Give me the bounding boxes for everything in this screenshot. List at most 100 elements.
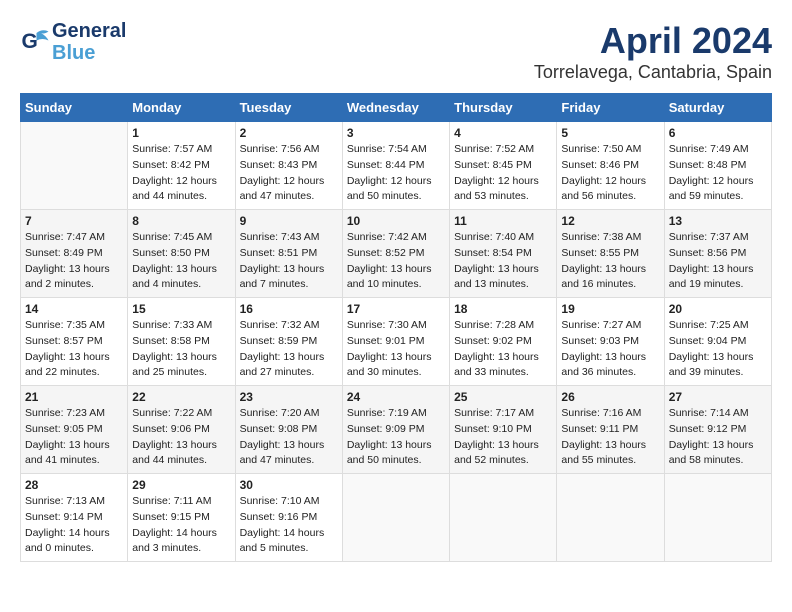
sunrise: Sunrise: 7:45 AM xyxy=(132,231,212,243)
week-row-1: 1Sunrise: 7:57 AMSunset: 8:42 PMDaylight… xyxy=(21,122,772,210)
cell-content: Sunrise: 7:52 AMSunset: 8:45 PMDaylight:… xyxy=(454,142,552,205)
daylight: Daylight: 13 hours and 16 minutes. xyxy=(561,263,646,291)
calendar-cell: 24Sunrise: 7:19 AMSunset: 9:09 PMDayligh… xyxy=(342,386,449,474)
cell-content: Sunrise: 7:28 AMSunset: 9:02 PMDaylight:… xyxy=(454,318,552,381)
sunrise: Sunrise: 7:23 AM xyxy=(25,407,105,419)
sunrise: Sunrise: 7:37 AM xyxy=(669,231,749,243)
sunrise: Sunrise: 7:42 AM xyxy=(347,231,427,243)
cell-content: Sunrise: 7:14 AMSunset: 9:12 PMDaylight:… xyxy=(669,406,767,469)
sunset: Sunset: 9:09 PM xyxy=(347,423,425,435)
cell-content: Sunrise: 7:11 AMSunset: 9:15 PMDaylight:… xyxy=(132,494,230,557)
day-number: 14 xyxy=(25,302,123,316)
sunset: Sunset: 8:56 PM xyxy=(669,247,747,259)
cell-content: Sunrise: 7:38 AM Sunset: 8:55 PM Daylight:… xyxy=(561,230,659,293)
svg-text:G: G xyxy=(22,30,38,53)
day-number: 22 xyxy=(132,390,230,404)
calendar-cell: 28Sunrise: 7:13 AMSunset: 9:14 PMDayligh… xyxy=(21,474,128,562)
sunset: Sunset: 8:54 PM xyxy=(454,247,532,259)
cell-content: Sunrise: 7:40 AMSunset: 8:54 PMDaylight:… xyxy=(454,230,552,293)
cell-content: Sunrise: 7:23 AMSunset: 9:05 PMDaylight:… xyxy=(25,406,123,469)
calendar-cell xyxy=(664,474,771,562)
day-number: 2 xyxy=(240,126,338,140)
calendar-cell: 13Sunrise: 7:37 AMSunset: 8:56 PMDayligh… xyxy=(664,210,771,298)
sunrise: Sunrise: 7:25 AM xyxy=(669,319,749,331)
calendar-cell: 21 Sunrise: 7:23 AMSunset: 9:05 PMDayligh… xyxy=(21,386,128,474)
cell-content: Sunrise: 7:37 AMSunset: 8:56 PMDaylight:… xyxy=(669,230,767,293)
day-number: 15 xyxy=(132,302,230,316)
sunrise: Sunrise: 7:33 AM xyxy=(132,319,212,331)
sunset: Sunset: 8:55 PM xyxy=(561,247,639,259)
day-number: 11 xyxy=(454,214,552,228)
sunset: Sunset: 9:15 PM xyxy=(132,511,210,523)
daylight: Daylight: 13 hours and 50 minutes. xyxy=(347,439,432,467)
daylight: Daylight: 13 hours and 58 minutes. xyxy=(669,439,754,467)
day-number: 28 xyxy=(25,478,123,492)
cell-content: Sunrise: 7:42 AM Sunset: 8:52 PM Daylight:… xyxy=(347,230,445,293)
calendar-cell: 26Sunrise: 7:16 AMSunset: 9:11 PMDayligh… xyxy=(557,386,664,474)
sunrise: Sunrise: 7:22 AM xyxy=(132,407,212,419)
day-number: 4 xyxy=(454,126,552,140)
cell-content: Sunrise: 7:19 AM Sunset: 9:09 PM Daylight:… xyxy=(347,406,445,469)
day-number: 21 xyxy=(25,390,123,404)
sunrise: Sunrise: 7:28 AM xyxy=(454,319,534,331)
calendar-cell: 1Sunrise: 7:57 AMSunset: 8:42 PMDaylight… xyxy=(128,122,235,210)
calendar-cell: 22Sunrise: 7:22 AMSunset: 9:06 PMDayligh… xyxy=(128,386,235,474)
day-number: 20 xyxy=(669,302,767,316)
header-cell-monday: Monday xyxy=(128,94,235,122)
calendar-cell: 2Sunrise: 7:56 AMSunset: 8:43 PMDaylight… xyxy=(235,122,342,210)
calendar-cell xyxy=(450,474,557,562)
cell-content: Sunrise: 7:30 AMSunset: 9:01 PMDaylight:… xyxy=(347,318,445,381)
cell-content: Sunrise: 7:56 AMSunset: 8:43 PMDaylight:… xyxy=(240,142,338,205)
sunset: Sunset: 9:11 PM xyxy=(561,423,638,435)
calendar-cell: 12 Sunrise: 7:38 AM Sunset: 8:55 PM Dayligh… xyxy=(557,210,664,298)
daylight: Daylight: 12 hours and 56 minutes. xyxy=(561,175,646,203)
sunset: Sunset: 8:42 PM xyxy=(132,159,210,171)
daylight: Daylight: 13 hours and 47 minutes. xyxy=(240,439,325,467)
sunrise: Sunrise: 7:20 AM xyxy=(240,407,320,419)
sunset: Sunset: 8:48 PM xyxy=(669,159,747,171)
daylight: Daylight: 13 hours and 2 minutes. xyxy=(25,263,110,291)
daylight: Daylight: 13 hours and 36 minutes. xyxy=(561,351,646,379)
sunrise: Sunrise: 7:56 AM xyxy=(240,143,320,155)
calendar-cell: 18Sunrise: 7:28 AMSunset: 9:02 PMDayligh… xyxy=(450,298,557,386)
calendar-cell: 15Sunrise: 7:33 AMSunset: 8:58 PMDayligh… xyxy=(128,298,235,386)
sunrise: Sunrise: 7:47 AM xyxy=(25,231,105,243)
calendar-cell: 30Sunrise: 7:10 AMSunset: 9:16 PMDayligh… xyxy=(235,474,342,562)
sunset: Sunset: 8:52 PM xyxy=(347,247,425,259)
sunset: Sunset: 9:08 PM xyxy=(240,423,318,435)
sunset: Sunset: 8:45 PM xyxy=(454,159,532,171)
calendar-cell: 19Sunrise: 7:27 AMSunset: 9:03 PMDayligh… xyxy=(557,298,664,386)
daylight: Daylight: 12 hours and 53 minutes. xyxy=(454,175,539,203)
sunset: Sunset: 8:59 PM xyxy=(240,335,318,347)
week-row-3: 14Sunrise: 7:35 AMSunset: 8:57 PMDayligh… xyxy=(21,298,772,386)
cell-content: Sunrise: 7:16 AMSunset: 9:11 PMDaylight:… xyxy=(561,406,659,469)
calendar-cell: 25Sunrise: 7:17 AMSunset: 9:10 PMDayligh… xyxy=(450,386,557,474)
header-cell-friday: Friday xyxy=(557,94,664,122)
sunset: Sunset: 9:06 PM xyxy=(132,423,210,435)
page-header: G General Blue April 2024 Torrelavega, C… xyxy=(20,20,772,83)
calendar-cell: 5Sunrise: 7:50 AMSunset: 8:46 PMDaylight… xyxy=(557,122,664,210)
cell-content: Sunrise: 7:50 AMSunset: 8:46 PMDaylight:… xyxy=(561,142,659,205)
sunrise: Sunrise: 7:19 AM xyxy=(347,407,427,419)
calendar-cell: 20Sunrise: 7:25 AMSunset: 9:04 PMDayligh… xyxy=(664,298,771,386)
day-number: 23 xyxy=(240,390,338,404)
sunrise: Sunrise: 7:38 AM xyxy=(561,231,641,243)
day-number: 16 xyxy=(240,302,338,316)
sunrise: Sunrise: 7:13 AM xyxy=(25,495,105,507)
week-row-2: 7Sunrise: 7:47 AMSunset: 8:49 PMDaylight… xyxy=(21,210,772,298)
daylight: Daylight: 13 hours and 4 minutes. xyxy=(132,263,217,291)
sunset: Sunset: 9:10 PM xyxy=(454,423,532,435)
day-number: 10 xyxy=(347,214,445,228)
subtitle: Torrelavega, Cantabria, Spain xyxy=(534,62,772,83)
calendar-cell: 29Sunrise: 7:11 AMSunset: 9:15 PMDayligh… xyxy=(128,474,235,562)
sunset: Sunset: 8:43 PM xyxy=(240,159,318,171)
header-cell-saturday: Saturday xyxy=(664,94,771,122)
sunset: Sunset: 8:46 PM xyxy=(561,159,639,171)
daylight: Daylight: 13 hours and 10 minutes. xyxy=(347,263,432,291)
calendar-table: SundayMondayTuesdayWednesdayThursdayFrid… xyxy=(20,93,772,562)
title-block: April 2024 Torrelavega, Cantabria, Spain xyxy=(534,20,772,83)
day-number: 9 xyxy=(240,214,338,228)
sunset: Sunset: 9:04 PM xyxy=(669,335,747,347)
day-number: 12 xyxy=(561,214,659,228)
sunrise: Sunrise: 7:35 AM xyxy=(25,319,105,331)
